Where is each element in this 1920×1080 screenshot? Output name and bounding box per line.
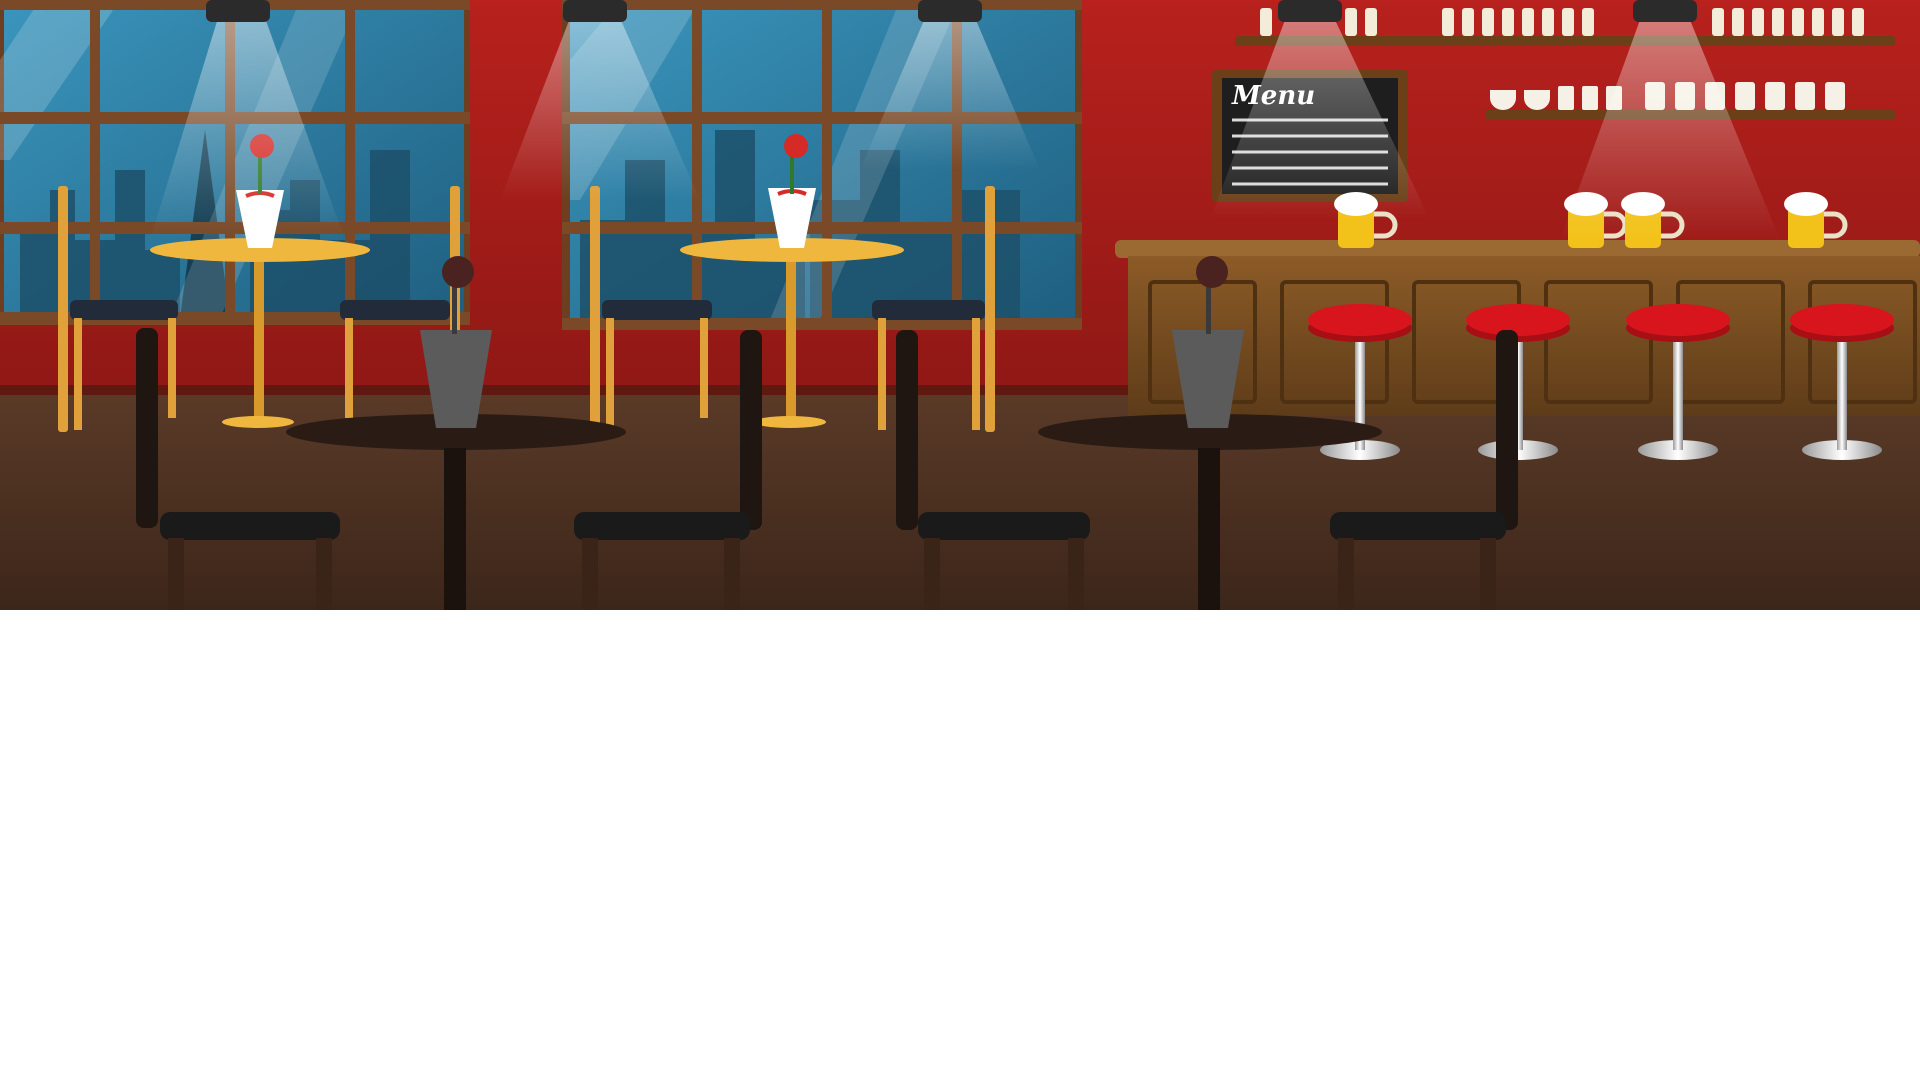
- chair-back: [58, 186, 68, 432]
- pub-scene: Menu: [0, 0, 1920, 610]
- floor: [0, 395, 1920, 610]
- blank-area: [0, 610, 1920, 1080]
